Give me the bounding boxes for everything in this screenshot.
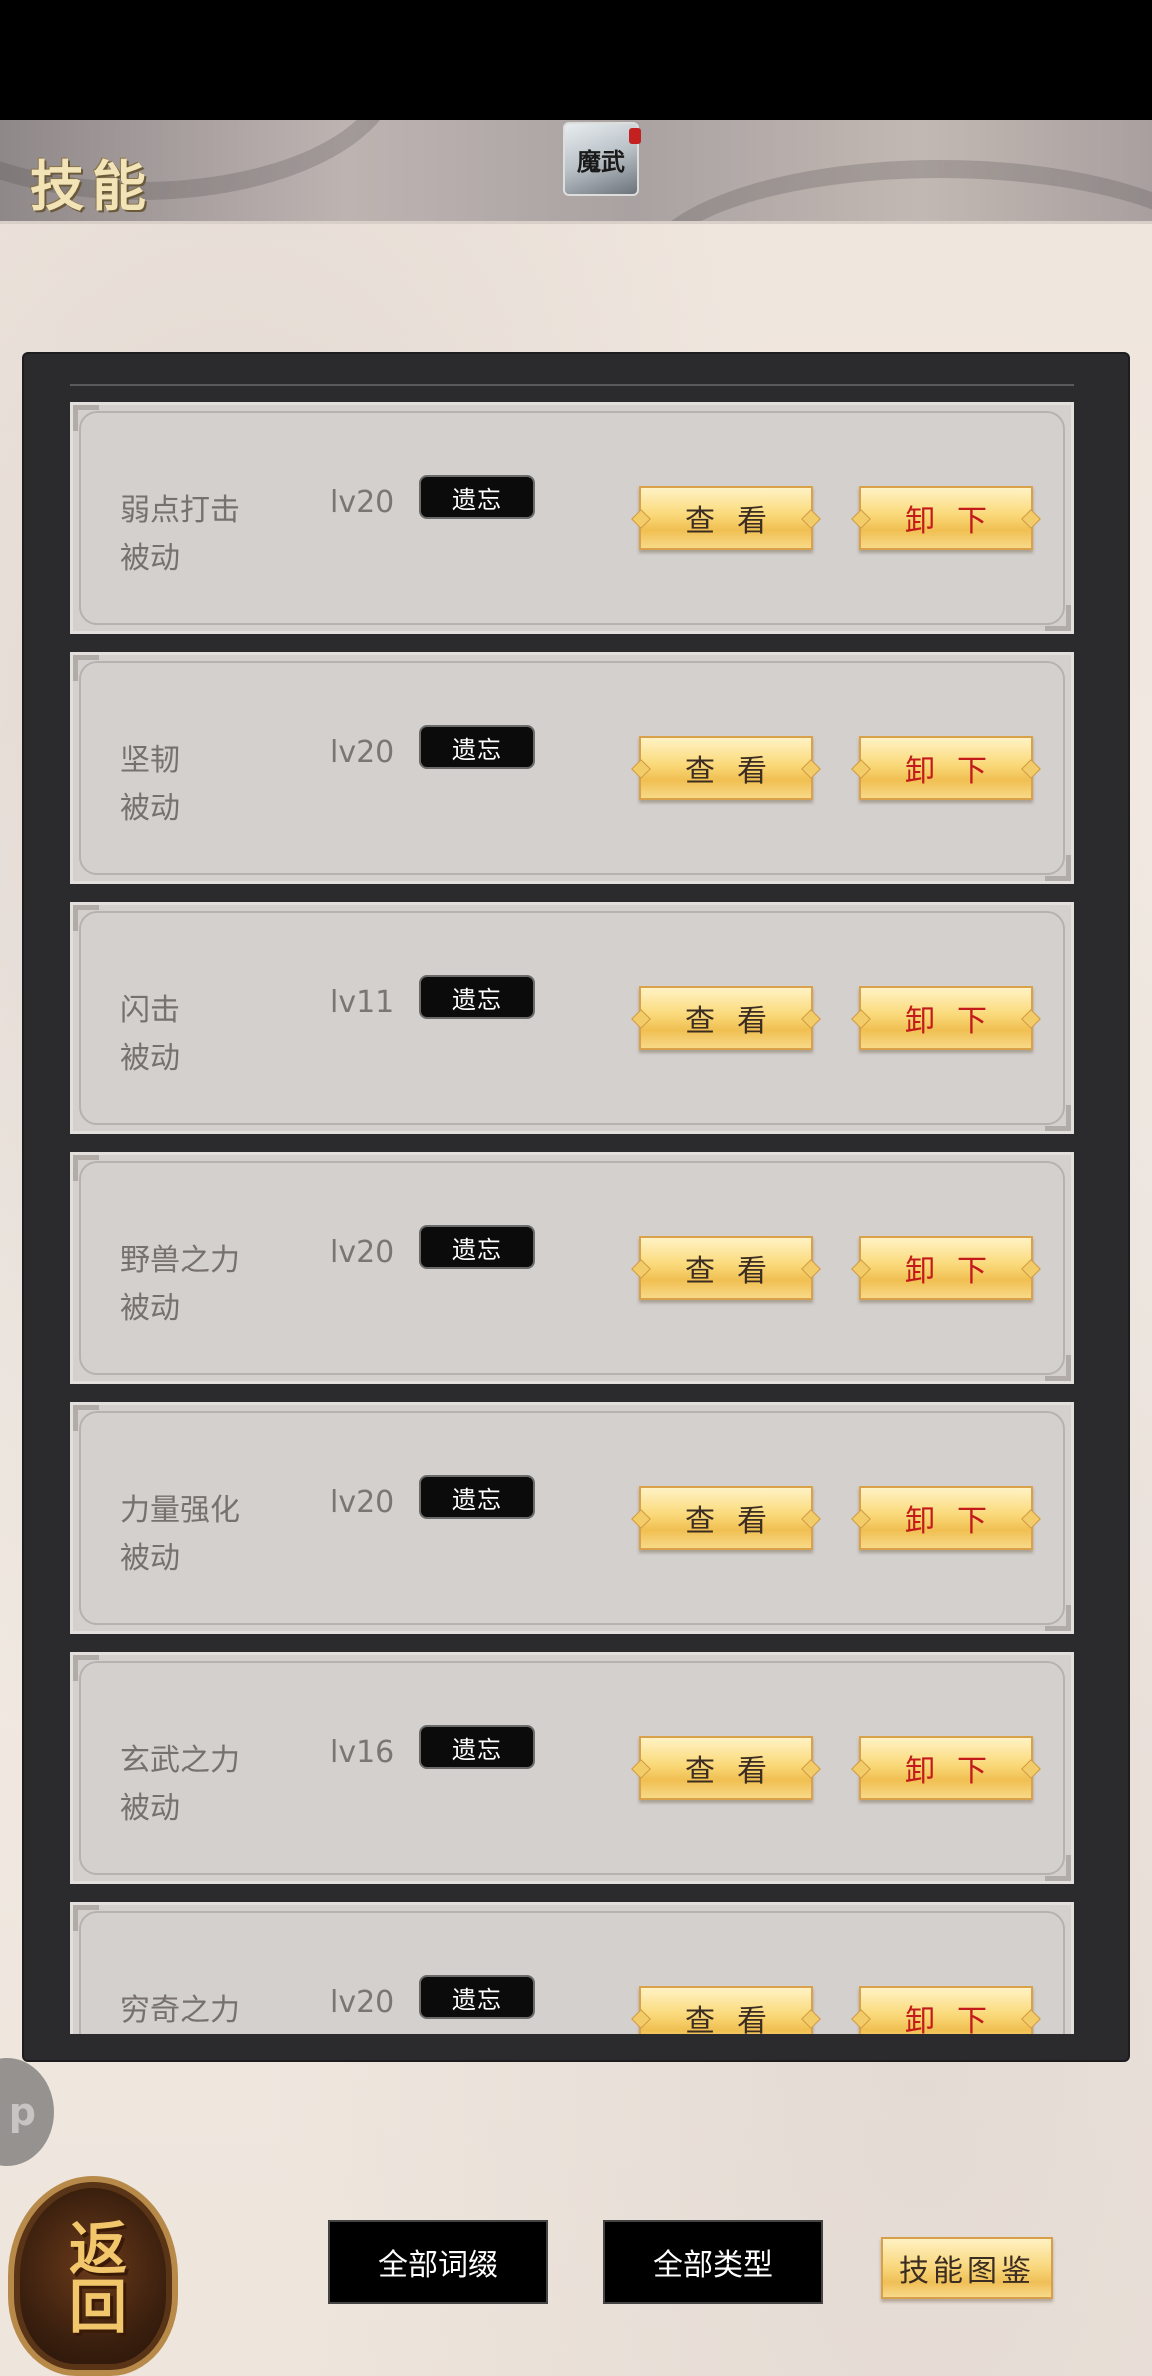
view-button[interactable]: 查看 [639,1486,813,1550]
corner-ornament [1045,1605,1071,1631]
skill-list: 弱点打击 被动 lv20 遗忘 查看 卸下 坚韧 被动 lv20 遗忘 查看 卸… [70,402,1074,2034]
skill-row: 玄武之力 被动 lv16 遗忘 查看 卸下 [70,1652,1074,1884]
skill-level: lv11 [330,985,395,1020]
view-button[interactable]: 查看 [639,1236,813,1300]
skill-name: 闪击 [120,993,180,1028]
header-ink-swirl [640,160,1152,221]
unload-button[interactable]: 卸下 [859,1486,1033,1550]
view-button[interactable]: 查看 [639,986,813,1050]
skill-name: 玄武之力 [120,1743,240,1778]
unload-button[interactable]: 卸下 [859,486,1033,550]
skill-row: 坚韧 被动 lv20 遗忘 查看 卸下 [70,652,1074,884]
forget-button[interactable]: 遗忘 [419,725,535,769]
skill-type: 被动 [120,1041,180,1076]
corner-ornament [1045,1355,1071,1381]
game-logo-text: 魔武 [577,146,625,176]
header-bar: 技能 魔武 [0,120,1152,224]
forget-button[interactable]: 遗忘 [419,1975,535,2019]
corner-ornament [1045,1855,1071,1881]
skill-level: lv16 [330,1735,395,1770]
skill-name: 坚韧 [120,743,180,778]
unload-button[interactable]: 卸下 [859,1236,1033,1300]
skill-level: lv20 [330,1235,395,1270]
skill-level: lv20 [330,1485,395,1520]
corner-ornament [73,1905,99,1931]
skill-row: 弱点打击 被动 lv20 遗忘 查看 卸下 [70,402,1074,634]
corner-ornament [73,1405,99,1431]
skill-name: 弱点打击 [120,493,240,528]
corner-ornament [73,1655,99,1681]
view-button[interactable]: 查看 [639,486,813,550]
unload-button[interactable]: 卸下 [859,1736,1033,1800]
forget-button[interactable]: 遗忘 [419,475,535,519]
skill-type: 被动 [120,1291,180,1326]
skill-row: 闪击 被动 lv11 遗忘 查看 卸下 [70,902,1074,1134]
page-title: 技能 [30,154,154,218]
view-button[interactable]: 查看 [639,1986,813,2034]
skill-row: 力量强化 被动 lv20 遗忘 查看 卸下 [70,1402,1074,1634]
skill-level: lv20 [330,485,395,520]
view-button[interactable]: 查看 [639,736,813,800]
skill-atlas-button[interactable]: 技能图鉴 [881,2237,1053,2299]
skill-list-viewport[interactable]: 弱点打击 被动 lv20 遗忘 查看 卸下 坚韧 被动 lv20 遗忘 查看 卸… [70,384,1074,2034]
logo-badge [629,128,641,144]
corner-ornament [1045,1105,1071,1131]
skill-name: 力量强化 [120,1493,240,1528]
corner-ornament [73,905,99,931]
view-button[interactable]: 查看 [639,1736,813,1800]
corner-ornament [73,405,99,431]
forget-button[interactable]: 遗忘 [419,1475,535,1519]
skill-type: 被动 [120,791,180,826]
forget-button[interactable]: 遗忘 [419,1725,535,1769]
return-button[interactable]: 返回 [8,2176,178,2376]
skill-type: 被动 [120,1791,180,1826]
unload-button[interactable]: 卸下 [859,736,1033,800]
unload-button[interactable]: 卸下 [859,986,1033,1050]
skill-name: 野兽之力 [120,1243,240,1278]
corner-ornament [73,1155,99,1181]
skill-list-panel: 弱点打击 被动 lv20 遗忘 查看 卸下 坚韧 被动 lv20 遗忘 查看 卸… [22,352,1130,2062]
skill-row: 野兽之力 被动 lv20 遗忘 查看 卸下 [70,1152,1074,1384]
forget-button[interactable]: 遗忘 [419,975,535,1019]
corner-ornament [1045,855,1071,881]
status-bar [0,0,1152,120]
forget-button[interactable]: 遗忘 [419,1225,535,1269]
skill-level: lv20 [330,1985,395,2020]
unload-button[interactable]: 卸下 [859,1986,1033,2034]
skill-level: lv20 [330,735,395,770]
skill-type: 被动 [120,541,180,576]
skill-row: 穷奇之力 lv20 遗忘 查看 卸下 [70,1902,1074,2034]
filter-type-button[interactable]: 全部类型 [603,2220,823,2304]
skill-name: 穷奇之力 [120,1993,240,2028]
game-logo-icon[interactable]: 魔武 [563,122,641,196]
corner-ornament [1045,605,1071,631]
return-emblem-text: 返回 [59,2218,127,2334]
app-bubble-label: p [8,2090,36,2134]
skill-type: 被动 [120,1541,180,1576]
filter-affix-button[interactable]: 全部词缀 [328,2220,548,2304]
corner-ornament [73,655,99,681]
